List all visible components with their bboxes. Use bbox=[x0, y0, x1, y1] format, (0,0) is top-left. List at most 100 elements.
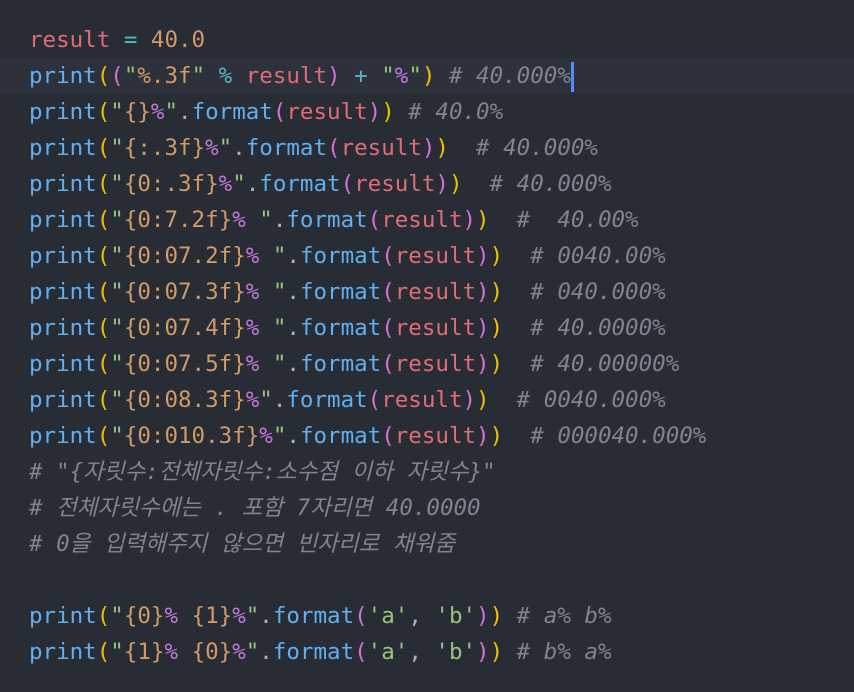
string-literal: % bbox=[150, 99, 165, 125]
string-quote: " bbox=[110, 387, 124, 413]
format-field: {0:07.2f} bbox=[123, 243, 246, 269]
string-literal: % bbox=[232, 639, 246, 665]
paren: ( bbox=[110, 63, 124, 89]
code-line[interactable]: print("{0:7.2f}% ".format(result)) # 40.… bbox=[29, 202, 854, 238]
string-quote: " bbox=[123, 63, 138, 89]
method-name: format bbox=[259, 171, 341, 197]
method-name: format bbox=[299, 351, 382, 377]
code-line-active[interactable]: print(("%.3f" % result) + "%") # 40.000% bbox=[0, 58, 854, 94]
paren: ( bbox=[96, 315, 111, 341]
code-line[interactable]: print("{0:08.3f}%".format(result)) # 004… bbox=[29, 382, 854, 418]
paren: ( bbox=[381, 423, 395, 449]
code-line[interactable]: # 0을 입력해주지 않으면 빈자리로 채워줌 bbox=[29, 526, 854, 562]
code-line[interactable]: print("{1}% {0}%".format('a', 'b')) # b%… bbox=[29, 634, 854, 670]
code-line[interactable]: # "{자릿수:전체자릿수:소수점 이하 자릿수}" bbox=[29, 454, 854, 490]
string-quote: " bbox=[245, 603, 260, 629]
paren: ( bbox=[354, 603, 368, 629]
paren: ( bbox=[381, 243, 395, 269]
inline-comment: # 40.000% bbox=[448, 135, 598, 161]
string-quote: " bbox=[218, 135, 233, 161]
format-field: {0:08.3f} bbox=[123, 387, 246, 413]
code-line[interactable]: print("{0:07.3f}% ".format(result)) # 04… bbox=[29, 274, 854, 310]
variable-name: result bbox=[286, 99, 368, 125]
format-field: {} bbox=[123, 99, 151, 125]
code-line[interactable]: print("{}%".format(result)) # 40.0% bbox=[29, 94, 854, 130]
paren: ) bbox=[476, 423, 490, 449]
paren: ) bbox=[421, 63, 436, 89]
paren: ( bbox=[96, 99, 111, 125]
code-line[interactable]: print("{:.3f}%".format(result)) # 40.000… bbox=[29, 130, 854, 166]
inline-comment: # 000040.000% bbox=[503, 423, 707, 449]
string-quote: " bbox=[272, 279, 287, 305]
string-quote: " bbox=[245, 639, 260, 665]
code-line[interactable]: print("{0}% {1}%".format('a', 'b')) # a%… bbox=[29, 598, 854, 634]
inline-comment: # a% b% bbox=[503, 603, 612, 629]
format-field: {0:7.2f} bbox=[123, 207, 233, 233]
paren: ) bbox=[448, 171, 463, 197]
string-literal: % bbox=[259, 423, 273, 449]
paren: ) bbox=[476, 207, 490, 233]
method-name: format bbox=[272, 603, 355, 629]
string-quote: " bbox=[259, 207, 273, 233]
string-literal: 'b' bbox=[435, 639, 477, 665]
comment-line: # 전체자릿수에는 . 포함 7자리면 40.0000 bbox=[29, 495, 481, 521]
function-name: print bbox=[29, 207, 97, 233]
string-quote: " bbox=[110, 639, 124, 665]
paren: ) bbox=[462, 207, 477, 233]
format-field: {1} bbox=[191, 603, 233, 629]
paren: ) bbox=[489, 351, 504, 377]
paren: ( bbox=[381, 315, 395, 341]
paren: ( bbox=[327, 135, 341, 161]
string-quote: " bbox=[191, 63, 206, 89]
code-line[interactable]: print("{0:07.5f}% ".format(result)) # 40… bbox=[29, 346, 854, 382]
paren: ( bbox=[354, 639, 368, 665]
paren: ( bbox=[381, 279, 395, 305]
string-quote: " bbox=[110, 315, 124, 341]
string-literal: % bbox=[245, 243, 273, 269]
paren: ) bbox=[489, 423, 504, 449]
string-quote: " bbox=[272, 351, 287, 377]
dot: . bbox=[178, 99, 192, 125]
string-quote: " bbox=[110, 171, 124, 197]
code-line[interactable]: print("{0:.3f}%".format(result)) # 40.00… bbox=[29, 166, 854, 202]
code-line[interactable]: # 전체자릿수에는 . 포함 7자리면 40.0000 bbox=[29, 490, 854, 526]
paren: ) bbox=[476, 639, 490, 665]
dot: . bbox=[286, 315, 300, 341]
code-line[interactable]: print("{0:07.4f}% ".format(result)) # 40… bbox=[29, 310, 854, 346]
code-editor[interactable]: result = 40.0 print(("%.3f" % result) + … bbox=[0, 0, 854, 692]
variable-name: result bbox=[394, 243, 477, 269]
paren: ) bbox=[489, 603, 504, 629]
code-line-blank[interactable] bbox=[29, 562, 854, 598]
string-quote: " bbox=[259, 387, 273, 413]
string-quote: " bbox=[110, 351, 124, 377]
string-quote: " bbox=[272, 423, 287, 449]
paren: ( bbox=[96, 207, 111, 233]
method-name: format bbox=[191, 99, 273, 125]
function-name: print bbox=[29, 135, 97, 161]
format-field: {0:.3f} bbox=[123, 171, 219, 197]
paren: ( bbox=[96, 351, 111, 377]
code-line[interactable]: print("{0:010.3f}%".format(result)) # 00… bbox=[29, 418, 854, 454]
format-field: {:.3f} bbox=[123, 135, 206, 161]
code-line[interactable]: print("{0:07.2f}% ".format(result)) # 00… bbox=[29, 238, 854, 274]
code-line[interactable]: result = 40.0 bbox=[29, 22, 854, 58]
inline-comment: # 40.00000% bbox=[503, 351, 680, 377]
paren: ( bbox=[367, 207, 382, 233]
dot: . bbox=[286, 423, 300, 449]
operator: = bbox=[110, 27, 151, 53]
paren: ( bbox=[96, 423, 111, 449]
method-name: format bbox=[286, 207, 368, 233]
paren: ( bbox=[96, 135, 111, 161]
paren: ( bbox=[367, 387, 382, 413]
paren: ) bbox=[421, 135, 436, 161]
string-literal: % bbox=[245, 279, 273, 305]
paren: ) bbox=[435, 135, 449, 161]
string-literal: % bbox=[245, 387, 260, 413]
string-literal: 'a' bbox=[367, 603, 409, 629]
paren: ) bbox=[435, 171, 449, 197]
inline-comment: # 0040.00% bbox=[503, 243, 666, 269]
dot: . bbox=[259, 603, 273, 629]
dot: . bbox=[272, 387, 287, 413]
paren: ) bbox=[476, 351, 490, 377]
method-name: format bbox=[272, 639, 355, 665]
